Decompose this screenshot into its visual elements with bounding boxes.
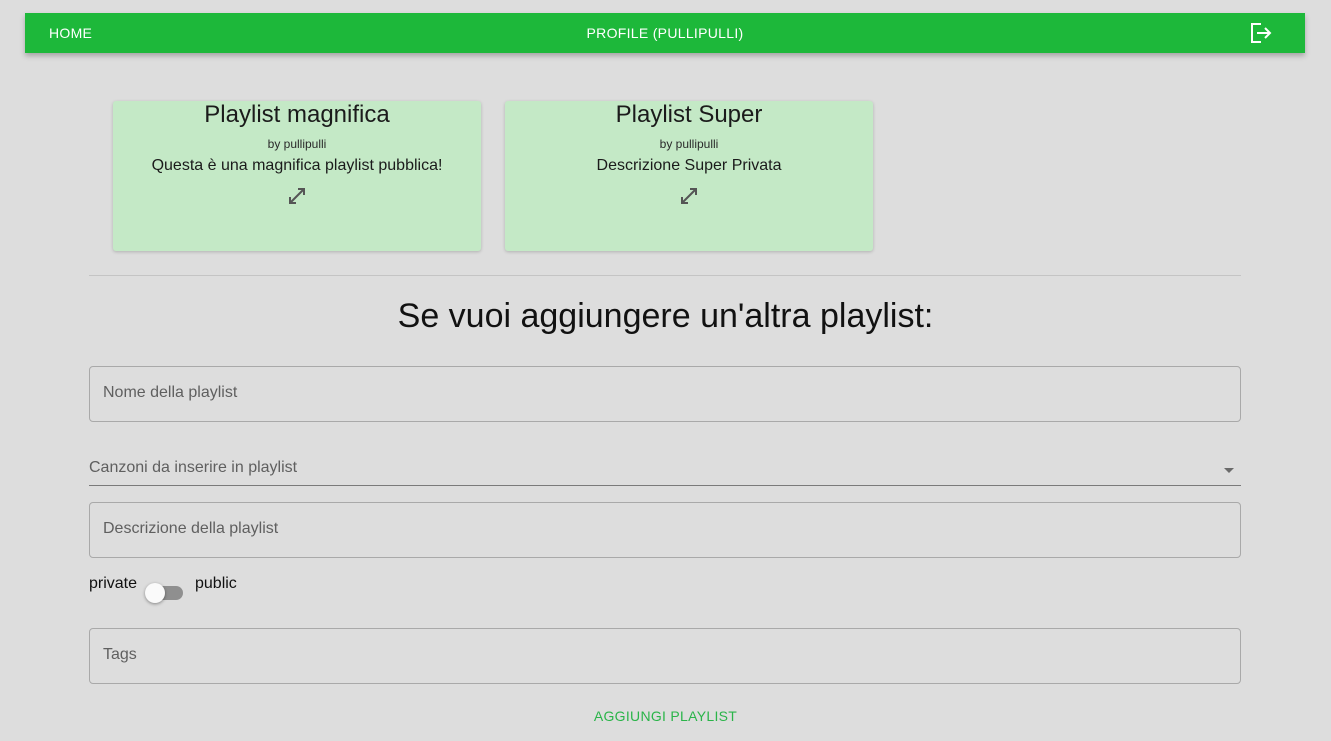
playlist-title: Playlist Super: [615, 101, 763, 128]
playlist-description-placeholder: Descrizione della playlist: [103, 520, 279, 537]
add-playlist-button[interactable]: AGGIUNGI PLAYLIST: [594, 708, 737, 724]
chevron-down-icon: [1224, 468, 1234, 473]
visibility-public-label: public: [195, 575, 237, 592]
add-playlist-heading: Se vuoi aggiungere un'altra playlist:: [397, 297, 934, 335]
playlist-title: Playlist magnifica: [204, 101, 390, 128]
tags-placeholder: Tags: [103, 646, 137, 663]
nav-profile-title: PROFILE (PULLIPULLI): [586, 25, 744, 41]
visibility-toggle[interactable]: [145, 583, 183, 603]
playlist-description: Questa è una magnifica playlist pubblica…: [151, 157, 443, 174]
visibility-private-label: private: [89, 575, 138, 592]
playlist-card: Playlist Super by pullipulli Descrizione…: [505, 101, 873, 251]
playlist-description-field[interactable]: Descrizione della playlist: [89, 502, 1241, 558]
playlist-name-placeholder: Nome della playlist: [103, 384, 238, 401]
tags-field[interactable]: Tags: [89, 628, 1241, 684]
songs-select-placeholder: Canzoni da inserire in playlist: [89, 459, 298, 476]
playlist-description: Descrizione Super Privata: [596, 157, 782, 174]
top-app-bar: HOME PROFILE (PULLIPULLI): [25, 13, 1305, 53]
expand-icon[interactable]: [678, 185, 700, 207]
playlist-name-field[interactable]: Nome della playlist: [89, 366, 1241, 422]
playlist-card: Playlist magnifica by pullipulli Questa …: [113, 101, 481, 251]
submit-row: AGGIUNGI PLAYLIST: [0, 708, 1331, 724]
expand-icon[interactable]: [286, 185, 308, 207]
section-divider: [89, 275, 1241, 276]
playlist-author: by pullipulli: [267, 137, 327, 151]
songs-select[interactable]: Canzoni da inserire in playlist: [89, 450, 1241, 486]
toggle-thumb: [145, 583, 165, 603]
logout-icon[interactable]: [1249, 22, 1273, 44]
playlist-author: by pullipulli: [659, 137, 719, 151]
